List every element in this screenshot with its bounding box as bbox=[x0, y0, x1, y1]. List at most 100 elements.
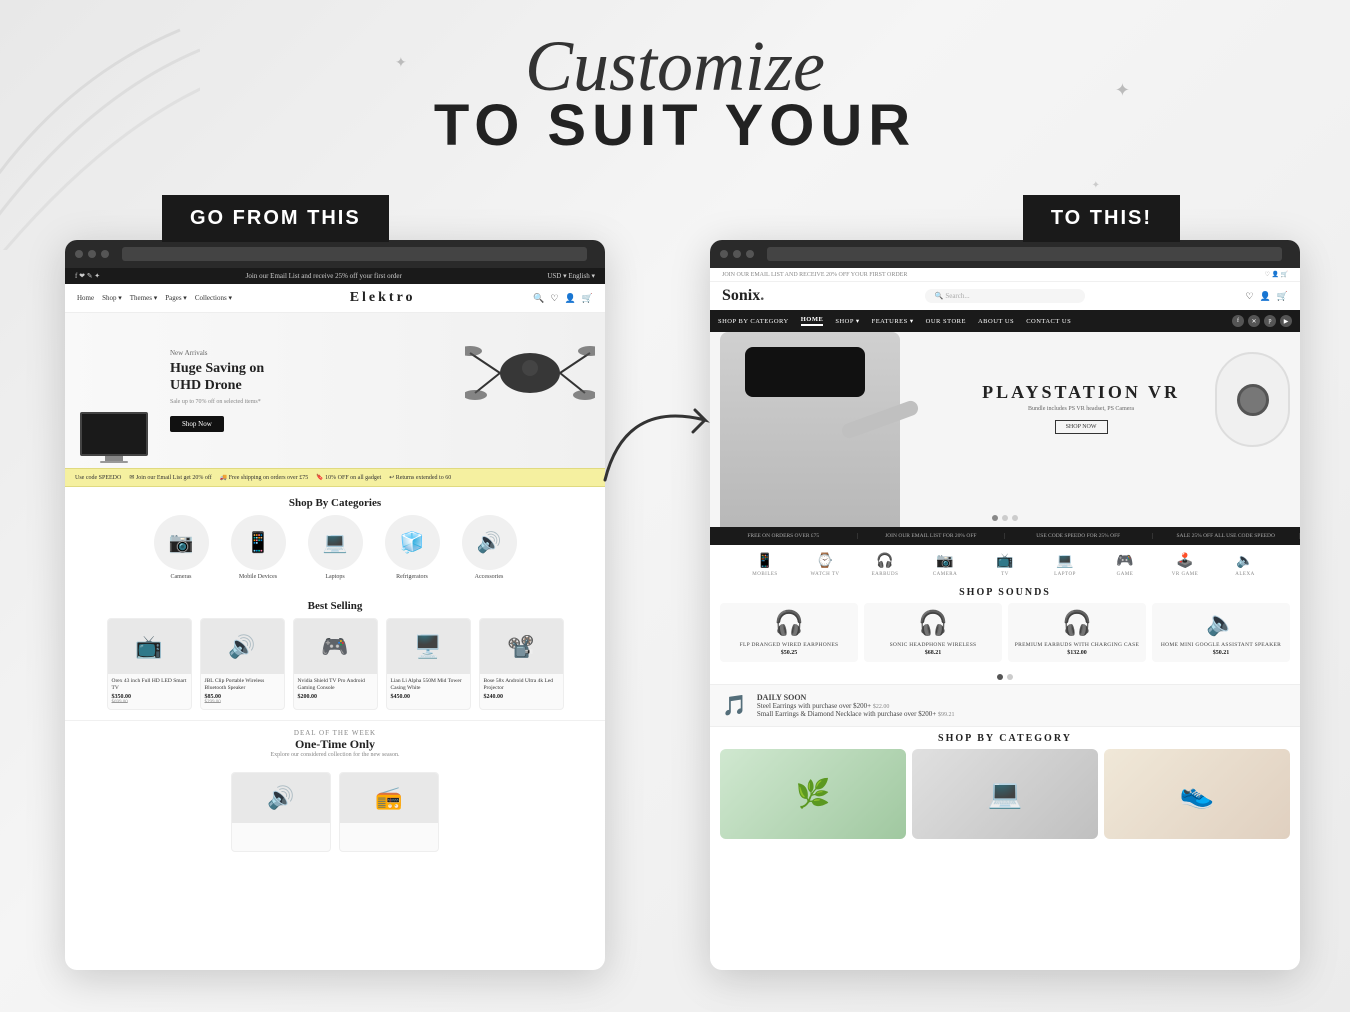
product-tv-img: 📺 bbox=[108, 619, 191, 674]
nav-themes[interactable]: Themes ▾ bbox=[130, 294, 157, 302]
dot-2[interactable] bbox=[1002, 515, 1008, 521]
tw-icon[interactable]: ✕ bbox=[1248, 315, 1260, 327]
promo-strip-2: JOIN OUR EMAIL LIST FOR 20% OFF bbox=[858, 533, 1006, 539]
sonix-nav-shop[interactable]: SHOP ▾ bbox=[835, 317, 859, 325]
fb-icon[interactable]: f bbox=[1232, 315, 1244, 327]
nav-collections[interactable]: Collections ▾ bbox=[195, 294, 232, 302]
nav-shop[interactable]: Shop ▾ bbox=[102, 294, 122, 302]
cat-cameras-icon: 📷 bbox=[154, 515, 209, 570]
sonix-nav-about[interactable]: ABOUT US bbox=[978, 318, 1014, 325]
icon-cat-earbuds[interactable]: 🎧 EARBUDS bbox=[858, 553, 913, 577]
product-gaming-img: 🎮 bbox=[294, 619, 377, 674]
dot-active[interactable] bbox=[997, 674, 1003, 680]
product-case[interactable]: 🖥️ Lian Li Alpha 550M Mid Tower Casing W… bbox=[386, 618, 471, 710]
cat-mobile-label: Mobile Devices bbox=[226, 574, 291, 580]
dot-1[interactable] bbox=[992, 515, 998, 521]
game-icon: 🎮 bbox=[1098, 553, 1153, 570]
watch-label: WATCH TV bbox=[798, 572, 853, 577]
header-area: Customize TO SUIT YOUR bbox=[0, 30, 1350, 159]
product-speaker[interactable]: 🔊 JBL Clip Portable Wireless Bluetooth S… bbox=[200, 618, 285, 710]
wishlist-icon[interactable]: ♡ bbox=[550, 293, 558, 304]
sound-4-img: 🔈 bbox=[1158, 609, 1284, 638]
shop-now-button[interactable]: Shop Now bbox=[170, 416, 224, 432]
account-icon[interactable]: 👤 bbox=[565, 293, 576, 304]
product-gaming[interactable]: 🎮 Nvidia Shield TV Pro Android Gaming Co… bbox=[293, 618, 378, 710]
bottom-product-2[interactable]: 📻 bbox=[339, 772, 439, 852]
cat-refrigerators[interactable]: 🧊 Refrigerators bbox=[380, 515, 445, 580]
sonix-nav-store[interactable]: OUR STORE bbox=[926, 318, 966, 325]
yt-icon[interactable]: ▶ bbox=[1280, 315, 1292, 327]
cat-cameras[interactable]: 📷 Cameras bbox=[149, 515, 214, 580]
product-tv[interactable]: 📺 Orex 43 inch Full HD LED Smart TV $350… bbox=[107, 618, 192, 710]
camera-icon: 📷 bbox=[918, 553, 973, 570]
pin-icon[interactable]: p bbox=[1264, 315, 1276, 327]
bottom-product-2-img: 📻 bbox=[340, 773, 438, 823]
icon-cat-tv[interactable]: 📺 TV bbox=[978, 553, 1033, 577]
chrome-dot bbox=[75, 250, 83, 258]
chrome-dot bbox=[733, 250, 741, 258]
browser-chrome-left bbox=[65, 240, 605, 268]
promo-strip-4: SALE 25% OFF ALL USE CODE SPEEDO bbox=[1153, 533, 1301, 539]
sound-product-1[interactable]: 🎧 FLP DRANGED WIRED EARPHONES $50.25 bbox=[720, 603, 858, 662]
sonix-shop-btn[interactable]: SHOP NOW bbox=[1055, 420, 1108, 434]
icon-cat-vr[interactable]: 🕹️ VR GAME bbox=[1158, 553, 1213, 577]
earbuds-label: EARBUDS bbox=[858, 572, 913, 577]
sonix-topbar-text: JOIN OUR EMAIL LIST AND RECEIVE 20% OFF … bbox=[722, 272, 907, 278]
elektro-promo-bar: Use code SPEEDO ✉ Join our Email List ge… bbox=[65, 468, 605, 487]
cat-img-1[interactable]: 🌿 bbox=[720, 749, 906, 839]
dot-inactive[interactable] bbox=[1007, 674, 1013, 680]
icon-cat-alexa[interactable]: 🔈 ALEXA bbox=[1218, 553, 1273, 577]
search-icon[interactable]: 🔍 bbox=[533, 293, 544, 304]
chrome-dot bbox=[101, 250, 109, 258]
sonix-nav-features[interactable]: FEATURES ▾ bbox=[872, 317, 914, 325]
cat-mobile[interactable]: 📱 Mobile Devices bbox=[226, 515, 291, 580]
sonix-nav-home[interactable]: HOME bbox=[801, 316, 824, 326]
promo-strip-3: USE CODE SPEEDO FOR 25% OFF bbox=[1005, 533, 1153, 539]
cart-icon[interactable]: 🛒 bbox=[582, 293, 593, 304]
sonix-cart-icon[interactable]: 🛒 bbox=[1277, 291, 1288, 302]
product-tv-info: Orex 43 inch Full HD LED Smart TV $350.0… bbox=[108, 674, 191, 709]
sonix-hero: PLAYSTATION VR Bundle includes PS VR hea… bbox=[710, 332, 1300, 527]
dot-3[interactable] bbox=[1012, 515, 1018, 521]
nav-pages[interactable]: Pages ▾ bbox=[165, 294, 187, 302]
vr-headset-shape bbox=[745, 347, 865, 397]
icon-cat-watch[interactable]: ⌚ WATCH TV bbox=[798, 553, 853, 577]
cat-laptops[interactable]: 💻 Laptops bbox=[303, 515, 368, 580]
sonix-search[interactable]: 🔍 Search... bbox=[925, 289, 1085, 303]
cat-img-3[interactable]: 👟 bbox=[1104, 749, 1290, 839]
product-projector[interactable]: 📽️ Bose 58x Android Ultra 4k Led Project… bbox=[479, 618, 564, 710]
sonix-topbar-icons: ♡ 👤 🛒 bbox=[1265, 271, 1288, 278]
sound-product-4[interactable]: 🔈 HOME MINI GOOGLE ASSISTANT SPEAKER $50… bbox=[1152, 603, 1290, 662]
shop-sounds-title: SHOP SOUNDS bbox=[710, 581, 1300, 603]
cat-accessories-icon: 🔊 bbox=[462, 515, 517, 570]
product-speaker-old-price: $299.00 bbox=[205, 700, 280, 705]
elektro-topbar-center: Join our Email List and receive 25% off … bbox=[246, 272, 402, 280]
sonix-social-icons: f ✕ p ▶ bbox=[1232, 315, 1292, 327]
sonix-nav-contact[interactable]: CONTACT US bbox=[1026, 318, 1071, 325]
sound-3-img: 🎧 bbox=[1014, 609, 1140, 638]
monitor-decoration bbox=[80, 412, 148, 463]
bottom-product-1[interactable]: 🔊 bbox=[231, 772, 331, 852]
sonix-wishlist-icon[interactable]: ♡ bbox=[1245, 291, 1253, 302]
elektro-nav: Home Shop ▾ Themes ▾ Pages ▾ Collections… bbox=[65, 284, 605, 313]
product-case-img: 🖥️ bbox=[387, 619, 470, 674]
sonix-main-nav: SHOP BY CATEGORY HOME SHOP ▾ FEATURES ▾ … bbox=[710, 310, 1300, 332]
banner-line1: Steel Earrings with purchase over $200+ bbox=[757, 702, 871, 710]
cat-accessories[interactable]: 🔊 Accessories bbox=[457, 515, 522, 580]
camera-device bbox=[1215, 352, 1290, 447]
sonix-logo-dot: . bbox=[760, 287, 764, 304]
product-projector-info: Bose 58x Android Ultra 4k Led Projector … bbox=[480, 674, 563, 704]
icon-cat-game[interactable]: 🎮 GAME bbox=[1098, 553, 1153, 577]
nav-home[interactable]: Home bbox=[77, 294, 94, 302]
icon-cat-mobiles[interactable]: 📱 MOBILES bbox=[738, 553, 793, 577]
sonix-account-icon[interactable]: 👤 bbox=[1260, 291, 1271, 302]
sound-product-2[interactable]: 🎧 SONIC HEADPHONE WIRELESS $68.21 bbox=[864, 603, 1002, 662]
sonix-nav-category[interactable]: SHOP BY CATEGORY bbox=[718, 318, 789, 325]
icon-cat-camera[interactable]: 📷 CAMERA bbox=[918, 553, 973, 577]
product-tv-name: Orex 43 inch Full HD LED Smart TV bbox=[112, 678, 187, 692]
elektro-nav-icons: 🔍 ♡ 👤 🛒 bbox=[533, 293, 593, 304]
cat-img-2[interactable]: 💻 bbox=[912, 749, 1098, 839]
icon-cat-laptop[interactable]: 💻 LAPTOP bbox=[1038, 553, 1093, 577]
sound-1-img: 🎧 bbox=[726, 609, 852, 638]
sound-product-3[interactable]: 🎧 PREMIUM EARBUDS WITH CHARGING CASE $13… bbox=[1008, 603, 1146, 662]
